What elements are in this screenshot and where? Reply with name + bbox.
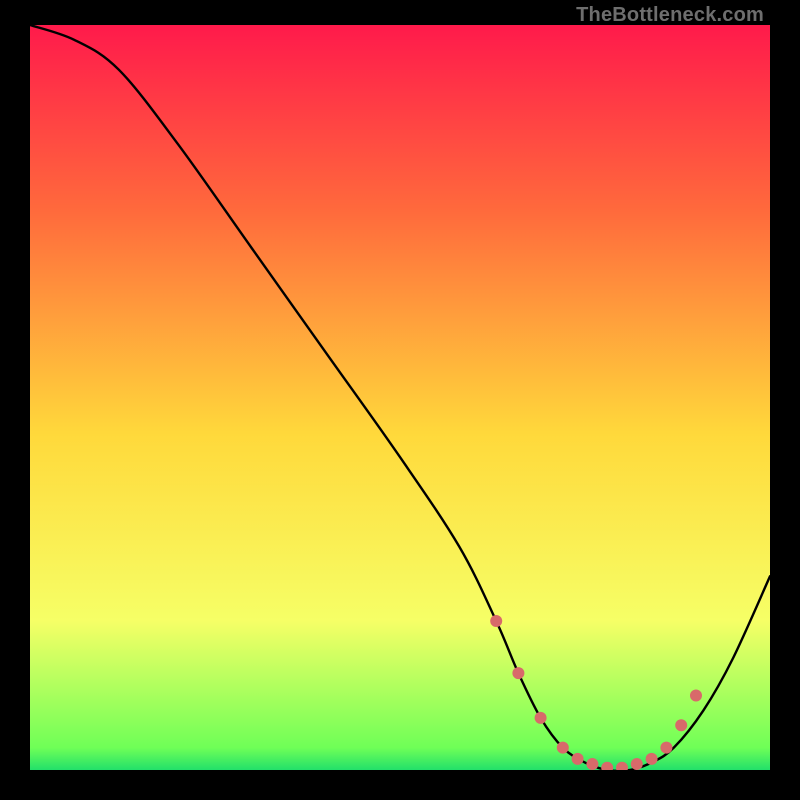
bottleneck-chart [30,25,770,770]
chart-frame [30,25,770,770]
optimal-marker-dot [535,712,547,724]
optimal-marker-dot [557,742,569,754]
optimal-marker-dot [490,615,502,627]
watermark-text: TheBottleneck.com [576,4,764,27]
optimal-marker-dot [660,742,672,754]
optimal-marker-dot [631,758,643,770]
gradient-background [30,25,770,770]
optimal-marker-dot [675,719,687,731]
optimal-marker-dot [586,758,598,770]
optimal-marker-dot [646,753,658,765]
optimal-marker-dot [690,690,702,702]
optimal-marker-dot [512,667,524,679]
optimal-marker-dot [572,753,584,765]
